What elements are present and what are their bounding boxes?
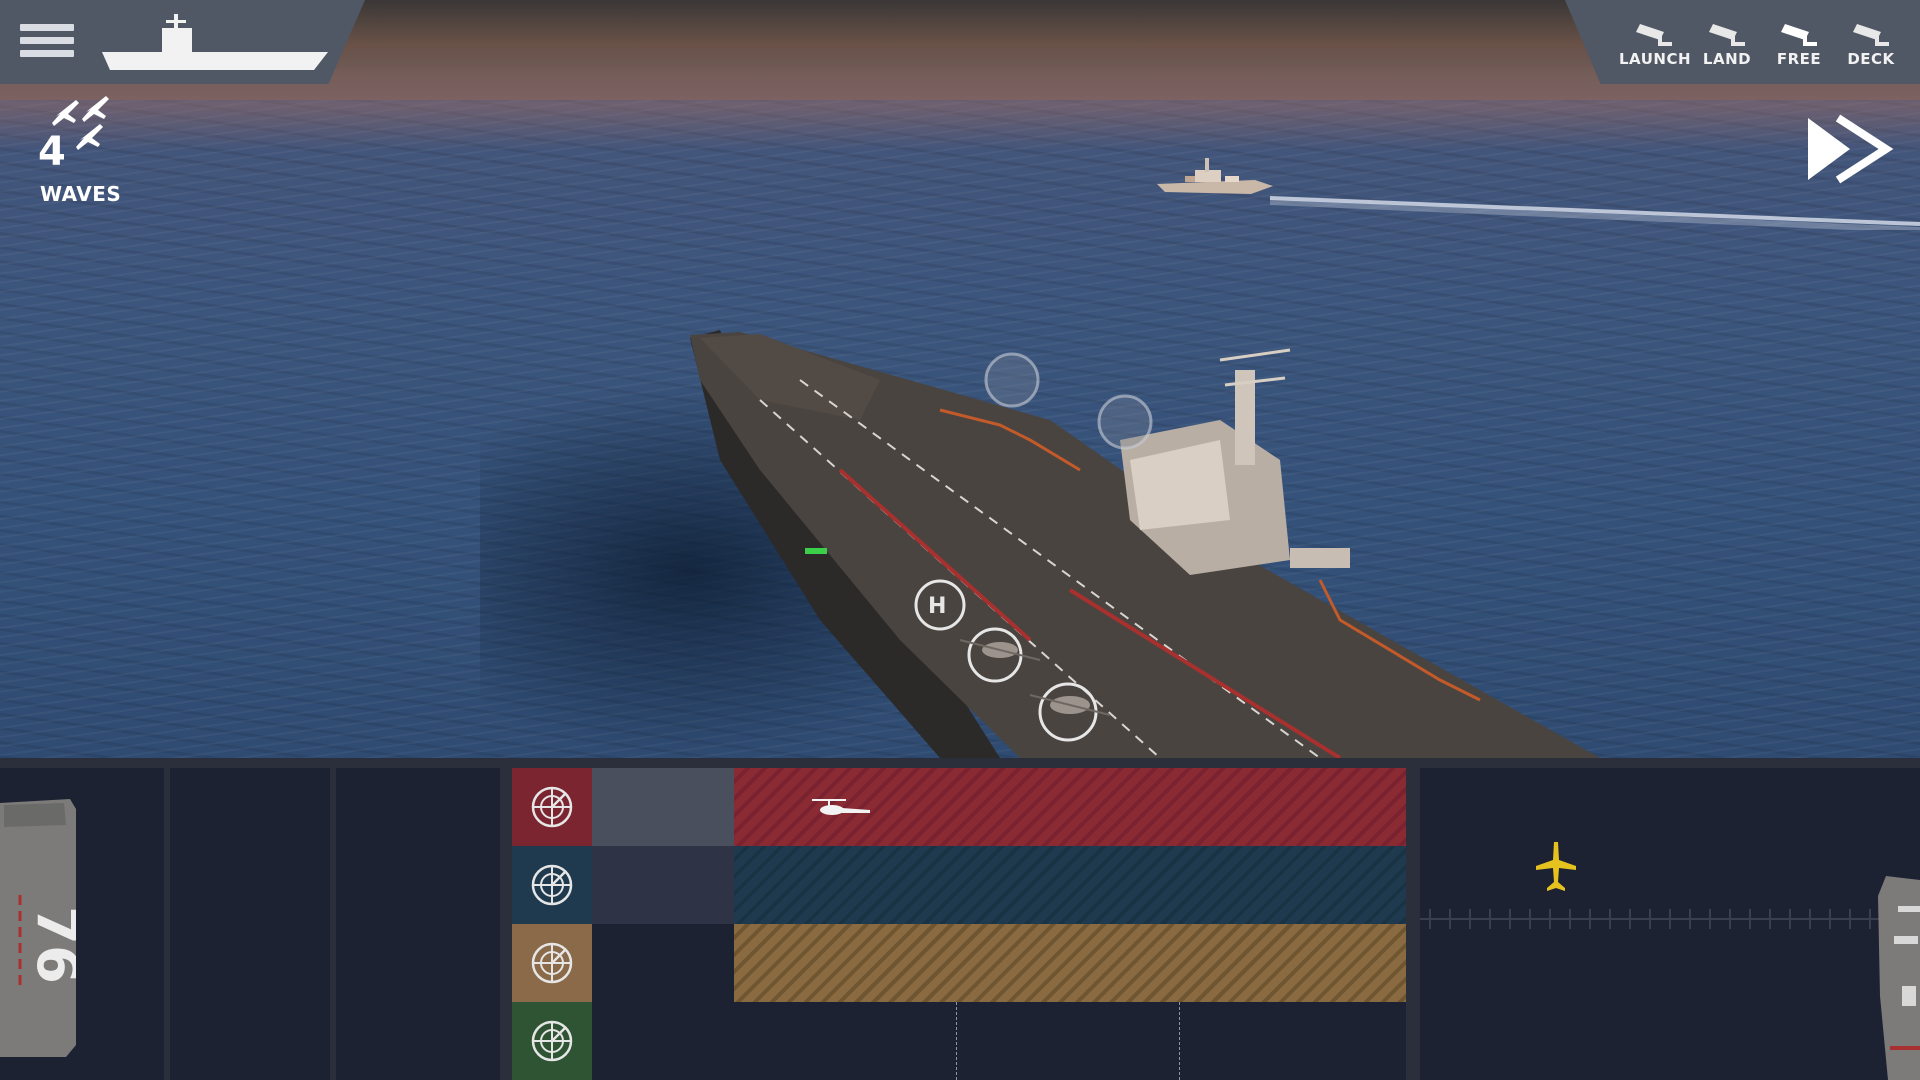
radar-icon[interactable] xyxy=(512,768,592,846)
svg-text:H: H xyxy=(928,594,946,619)
game-viewport[interactable]: H xyxy=(0,0,1920,758)
helicopter-icon xyxy=(812,799,870,815)
lane-queue[interactable] xyxy=(592,846,735,924)
camera-free-button[interactable]: FREE xyxy=(1764,18,1834,78)
menu-icon[interactable] xyxy=(20,24,74,62)
lane-green[interactable] xyxy=(512,1002,1406,1080)
camera-icon xyxy=(1709,24,1745,46)
radar-icon[interactable] xyxy=(512,924,592,1002)
lane-grid-line xyxy=(956,1002,957,1080)
elevator-marking: 76 xyxy=(24,906,76,984)
left-elevator-deck[interactable]: 76 xyxy=(0,795,76,1065)
carrier-silhouette-icon[interactable] xyxy=(102,12,328,72)
camera-free-label: FREE xyxy=(1776,50,1822,68)
radar-icon[interactable] xyxy=(512,846,592,924)
camera-launch-label: LAUNCH xyxy=(1619,50,1692,68)
lane-red[interactable] xyxy=(512,768,1406,846)
aircraft-carrier[interactable]: H xyxy=(0,0,1920,758)
camera-icon xyxy=(1781,24,1817,46)
waves-label: WAVES xyxy=(40,182,122,206)
camera-icon xyxy=(1636,24,1672,46)
camera-icon xyxy=(1853,24,1889,46)
lane-grid-line xyxy=(1179,1002,1180,1080)
lane-bar-tan[interactable] xyxy=(734,924,1406,1002)
deck-slot-3[interactable] xyxy=(336,768,500,1080)
lane-bar-green[interactable] xyxy=(734,1002,1406,1080)
lane-queue[interactable] xyxy=(592,924,735,1002)
airspace-panel[interactable] xyxy=(1420,768,1920,1080)
camera-land-label: LAND xyxy=(1702,50,1752,68)
camera-deck-button[interactable]: DECK xyxy=(1836,18,1906,78)
aircraft-icon[interactable] xyxy=(1534,842,1578,892)
right-elevator-deck[interactable] xyxy=(1878,876,1920,1080)
approach-track xyxy=(1420,909,1880,929)
fast-forward-icon[interactable] xyxy=(1806,114,1896,184)
lane-bar-red[interactable] xyxy=(734,768,1406,846)
lane-queue[interactable] xyxy=(592,768,735,846)
lane-bar-teal[interactable] xyxy=(734,846,1406,924)
lane-teal[interactable] xyxy=(512,846,1406,924)
flight-lanes xyxy=(500,768,1420,1080)
waves-indicator: 4 WAVES xyxy=(36,96,126,206)
radar-icon[interactable] xyxy=(512,1002,592,1080)
deck-slot-2[interactable] xyxy=(170,768,330,1080)
camera-deck-label: DECK xyxy=(1847,50,1895,68)
waves-count: 4 xyxy=(38,129,66,175)
lane-tan[interactable] xyxy=(512,924,1406,1002)
camera-land-button[interactable]: LAND xyxy=(1692,18,1762,78)
lane-queue[interactable] xyxy=(592,1002,735,1080)
camera-launch-button[interactable]: LAUNCH xyxy=(1619,18,1692,78)
